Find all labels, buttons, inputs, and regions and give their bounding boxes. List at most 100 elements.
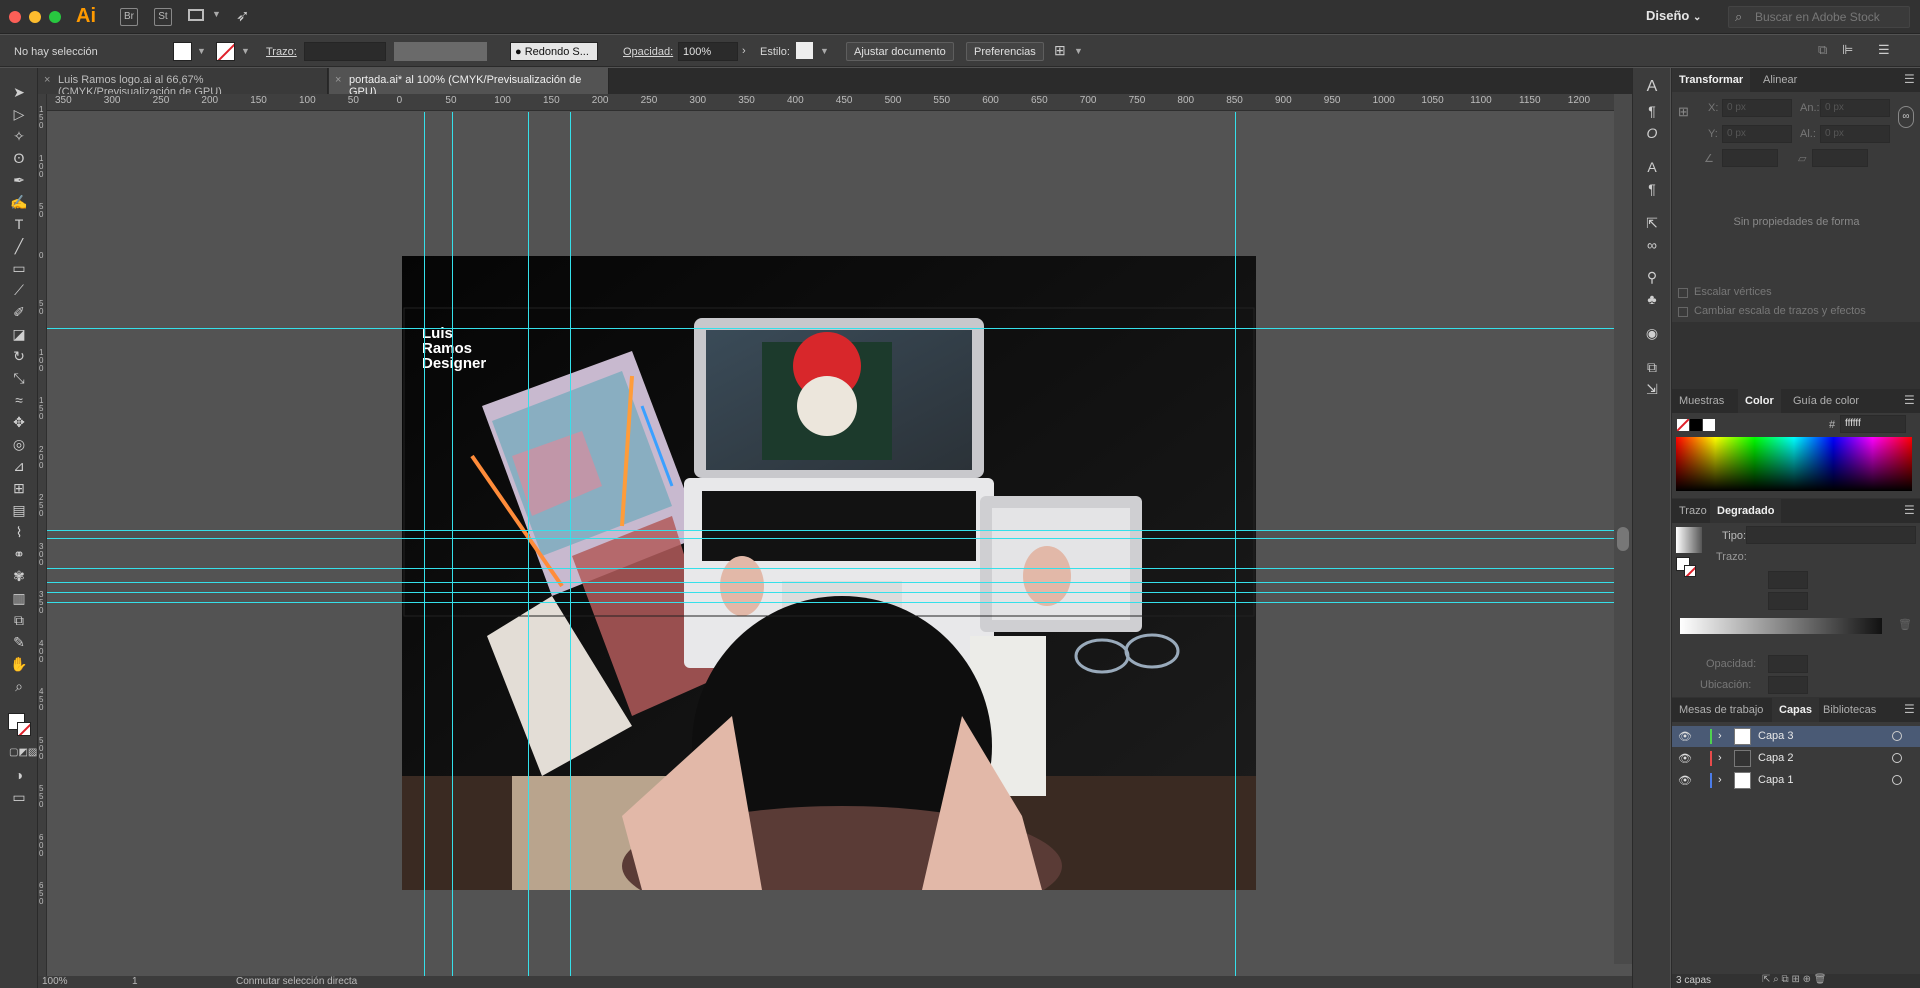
links-icon[interactable]: ∞: [1642, 236, 1662, 254]
artboard-number[interactable]: 1: [132, 976, 138, 987]
tab-color[interactable]: Color: [1738, 389, 1781, 413]
target-icon[interactable]: [1892, 775, 1902, 785]
selection-tool-icon[interactable]: ➤: [9, 83, 29, 101]
eye-icon[interactable]: 👁: [1678, 752, 1692, 765]
zoom-window-button[interactable]: [49, 11, 61, 23]
trash-icon[interactable]: 🗑: [1898, 618, 1912, 631]
tab-swatches[interactable]: Muestras: [1672, 389, 1731, 413]
rotate-tool-icon[interactable]: ↻: [9, 347, 29, 365]
close-icon[interactable]: ×: [335, 74, 341, 86]
tab-transform[interactable]: Transformar: [1672, 68, 1751, 92]
eyedropper-icon[interactable]: ⌇: [9, 523, 29, 541]
panel-menu-icon[interactable]: ☰: [1904, 393, 1915, 407]
variable-width-profile[interactable]: [394, 42, 487, 61]
curvature-tool-icon[interactable]: ✍: [9, 193, 29, 211]
chevron-right-icon[interactable]: ›: [742, 45, 746, 57]
guide-horizontal[interactable]: [47, 530, 1614, 531]
width-input[interactable]: 0 px: [1820, 99, 1890, 117]
tab-layers[interactable]: Capas: [1772, 698, 1820, 722]
paragraph-icon[interactable]: ¶: [1642, 102, 1662, 120]
black-swatch[interactable]: [1690, 419, 1702, 431]
preferences-button[interactable]: Preferencias: [966, 42, 1044, 61]
brush-definition-select[interactable]: ● Redondo S...: [510, 42, 598, 61]
appearance-icon[interactable]: ◉: [1642, 324, 1662, 342]
line-tool-icon[interactable]: ╱: [9, 237, 29, 255]
artboard[interactable]: Luis Ramos Designer: [402, 256, 1256, 890]
arrange-icon[interactable]: ⊞: [1054, 42, 1066, 59]
lasso-icon[interactable]: ʘ: [9, 149, 29, 167]
color-spectrum[interactable]: [1676, 437, 1912, 491]
warp-tool-icon[interactable]: ≈: [9, 391, 29, 409]
guide-horizontal[interactable]: [47, 582, 1614, 583]
gradient-thumbnail[interactable]: [1676, 527, 1702, 553]
rotate-input[interactable]: [1722, 149, 1778, 167]
angle-input[interactable]: [1768, 571, 1808, 589]
character-icon[interactable]: A: [1642, 78, 1662, 96]
rectangle-tool-icon[interactable]: ▭: [9, 259, 29, 277]
tab-color-guide[interactable]: Guía de color: [1786, 389, 1866, 413]
guide-vertical[interactable]: [452, 112, 453, 976]
constrain-proportions-icon[interactable]: ∞: [1898, 106, 1914, 128]
shaper-tool-icon[interactable]: ✐: [9, 303, 29, 321]
tab-portada-document[interactable]: × portada.ai* al 100% (CMYK/Previsualizac…: [329, 68, 609, 98]
chevron-down-icon[interactable]: ▼: [197, 46, 206, 56]
guide-vertical[interactable]: [570, 112, 571, 976]
eraser-icon[interactable]: ◪: [9, 325, 29, 343]
arrange-documents-icon[interactable]: [188, 9, 204, 21]
character-styles-icon[interactable]: A: [1642, 158, 1662, 176]
close-window-button[interactable]: [9, 11, 21, 23]
brushes-icon[interactable]: ⚲: [1642, 268, 1662, 286]
symbol-sprayer-icon[interactable]: ✾: [9, 567, 29, 585]
none-swatch[interactable]: [1677, 419, 1689, 431]
target-icon[interactable]: [1892, 753, 1902, 763]
layer-name[interactable]: Capa 3: [1758, 730, 1793, 742]
opacity-input[interactable]: 100%: [678, 42, 738, 61]
minimize-window-button[interactable]: [29, 11, 41, 23]
scale-corners-checkbox[interactable]: [1678, 288, 1688, 298]
scale-strokes-checkbox[interactable]: [1678, 307, 1688, 317]
adobe-stock-search[interactable]: ⌕ Buscar en Adobe Stock: [1728, 6, 1910, 28]
panel-menu-icon[interactable]: ☰: [1878, 42, 1890, 58]
stroke-label[interactable]: Trazo:: [266, 46, 297, 58]
close-icon[interactable]: ×: [44, 74, 50, 86]
stroke-color-icon[interactable]: [17, 722, 31, 736]
chevron-right-icon[interactable]: ›: [1718, 774, 1722, 786]
gradient-slider[interactable]: [1680, 618, 1882, 634]
gradient-type-select[interactable]: [1746, 526, 1916, 544]
guide-horizontal[interactable]: [47, 602, 1614, 603]
transform-icon[interactable]: ⧉: [1818, 42, 1827, 58]
paintbrush-icon[interactable]: ⟋: [9, 281, 29, 299]
panel-menu-icon[interactable]: ☰: [1904, 72, 1915, 86]
guide-vertical[interactable]: [1235, 112, 1236, 976]
y-input[interactable]: 0 px: [1722, 125, 1792, 143]
tab-artboards[interactable]: Mesas de trabajo: [1672, 698, 1770, 722]
guide-horizontal[interactable]: [47, 328, 1614, 329]
chevron-right-icon[interactable]: ›: [1718, 730, 1722, 742]
tab-align[interactable]: Alinear: [1756, 68, 1804, 92]
stock-button[interactable]: St: [154, 8, 172, 26]
graph-tool-icon[interactable]: ▥: [9, 589, 29, 607]
guide-horizontal[interactable]: [47, 538, 1614, 539]
stroke-indicator[interactable]: [1684, 565, 1696, 577]
type-tool-icon[interactable]: T: [9, 215, 29, 233]
gradient-tool-icon[interactable]: ▤: [9, 501, 29, 519]
draw-mode-icon[interactable]: ◑: [9, 766, 29, 784]
layer-row[interactable]: 👁 › Capa 2: [1672, 748, 1920, 769]
chevron-down-icon[interactable]: ▼: [212, 9, 221, 19]
tab-gradient[interactable]: Degradado: [1710, 499, 1782, 523]
fill-swatch[interactable]: [173, 42, 192, 61]
workspace-switcher[interactable]: Diseño ⌄: [1646, 8, 1701, 23]
tab-logo-document[interactable]: × Luis Ramos logo.ai al 66,67% (CMYK/Prev…: [38, 68, 328, 98]
perspective-grid-icon[interactable]: ⊿: [9, 457, 29, 475]
x-input[interactable]: 0 px: [1722, 99, 1792, 117]
mesh-tool-icon[interactable]: ⊞: [9, 479, 29, 497]
hand-tool-icon[interactable]: ✋: [9, 655, 29, 673]
tab-stroke[interactable]: Trazo: [1672, 499, 1714, 523]
puppet-warp-icon[interactable]: ✥: [9, 413, 29, 431]
location-input[interactable]: [1768, 676, 1808, 694]
eye-icon[interactable]: 👁: [1678, 774, 1692, 787]
layer-name[interactable]: Capa 2: [1758, 752, 1793, 764]
guide-vertical[interactable]: [528, 112, 529, 976]
chevron-down-icon[interactable]: ▼: [820, 46, 829, 56]
panel-menu-icon[interactable]: ☰: [1904, 702, 1915, 716]
